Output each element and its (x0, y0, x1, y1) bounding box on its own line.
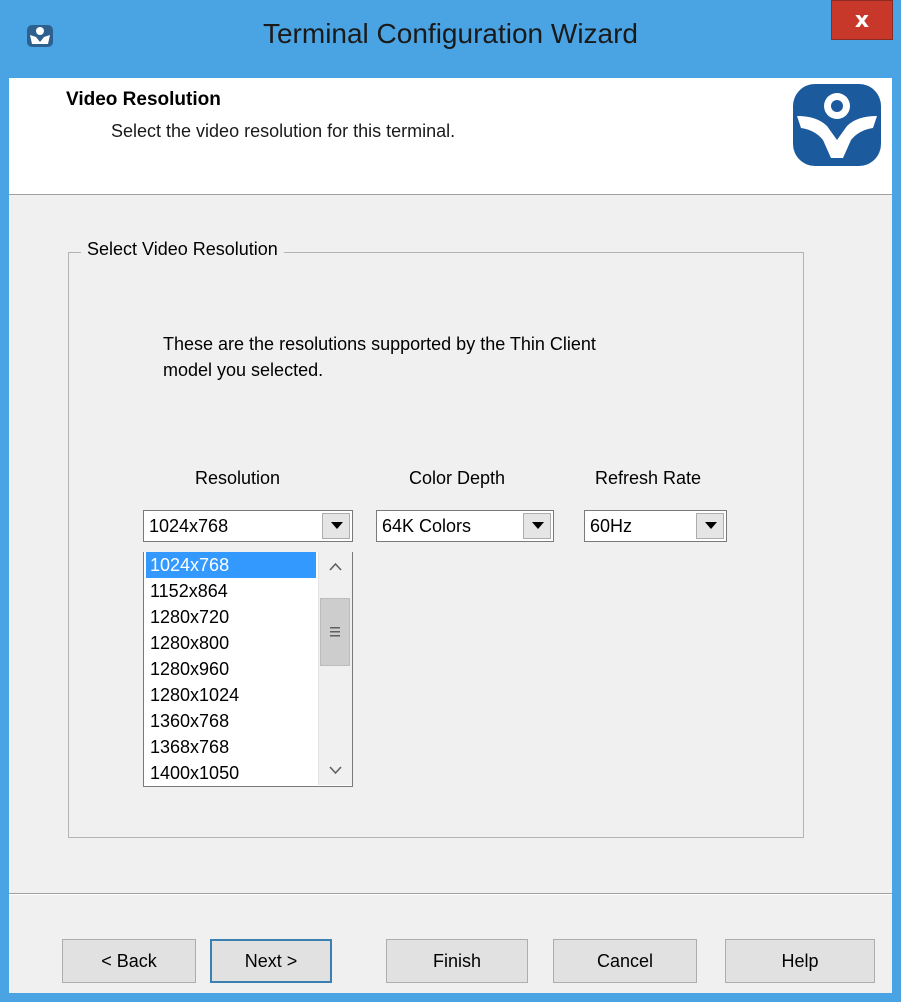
resolution-value: 1024x768 (149, 516, 229, 536)
color-depth-dropdown[interactable]: 64K Colors (376, 510, 554, 542)
chevron-down-icon (705, 522, 717, 529)
page-subtitle: Select the video resolution for this ter… (111, 121, 456, 141)
color-depth-dropdown-button[interactable] (523, 513, 551, 539)
refresh-rate-dropdown[interactable]: 60Hz (584, 510, 727, 542)
chevron-down-icon (329, 766, 342, 775)
resolution-label: Resolution (195, 468, 281, 488)
info-text: These are the resolutions supported by t… (163, 331, 723, 383)
resolution-dropdown-button[interactable] (322, 513, 350, 539)
resolution-dropdown-list[interactable]: 1024x768 1152x864 1280x720 1280x800 1280x960… (143, 552, 353, 787)
chevron-up-icon (329, 562, 342, 571)
finish-button[interactable]: Finish (386, 939, 528, 983)
scroll-down-button[interactable] (319, 757, 352, 785)
color-depth-label: Color Depth (409, 468, 506, 488)
wizard-header: Video Resolution Select the video resolu… (9, 78, 892, 195)
refresh-rate-dropdown-button[interactable] (696, 513, 724, 539)
window-title: Terminal Configuration Wizard (262, 18, 639, 49)
footer-separator (9, 893, 892, 895)
resolution-option[interactable]: 1280x1024 (146, 682, 316, 708)
scroll-thumb[interactable] (320, 598, 350, 666)
resolution-option[interactable]: 1280x720 (146, 604, 316, 630)
resolution-dropdown[interactable]: 1024x768 (143, 510, 353, 542)
title-bar[interactable]: Terminal Configuration Wizard x (0, 0, 901, 78)
chevron-down-icon (331, 522, 343, 529)
color-depth-value: 64K Colors (382, 516, 472, 536)
cancel-button[interactable]: Cancel (553, 939, 697, 983)
refresh-rate-value: 60Hz (590, 516, 633, 536)
resolution-option[interactable]: 1280x800 (146, 630, 316, 656)
grip-icon (330, 627, 340, 637)
info-line-1: These are the resolutions supported by t… (163, 334, 596, 354)
close-button[interactable]: x (831, 0, 893, 40)
resolution-option[interactable]: 1360x768 (146, 708, 316, 734)
next-button[interactable]: Next > (210, 939, 332, 983)
group-label: Select Video Resolution (81, 239, 284, 260)
wizard-window: Terminal Configuration Wizard x Video Re… (0, 0, 901, 1002)
resolution-option[interactable]: 1024x768 (146, 552, 316, 578)
thinmanager-logo-icon (793, 84, 881, 166)
resolution-option[interactable]: 1280x960 (146, 656, 316, 682)
chevron-down-icon (532, 522, 544, 529)
info-line-2: model you selected. (163, 360, 324, 380)
resolution-option[interactable]: 1368x768 (146, 734, 316, 760)
back-button[interactable]: < Back (62, 939, 196, 983)
page-title: Video Resolution (66, 89, 221, 110)
help-button[interactable]: Help (725, 939, 875, 983)
list-scrollbar[interactable] (318, 552, 352, 785)
scroll-up-button[interactable] (319, 552, 352, 580)
wizard-client-area: Video Resolution Select the video resolu… (9, 78, 892, 993)
refresh-rate-label: Refresh Rate (595, 468, 702, 488)
resolution-option[interactable]: 1400x1050 (146, 760, 316, 786)
resolution-option[interactable]: 1152x864 (146, 578, 316, 604)
